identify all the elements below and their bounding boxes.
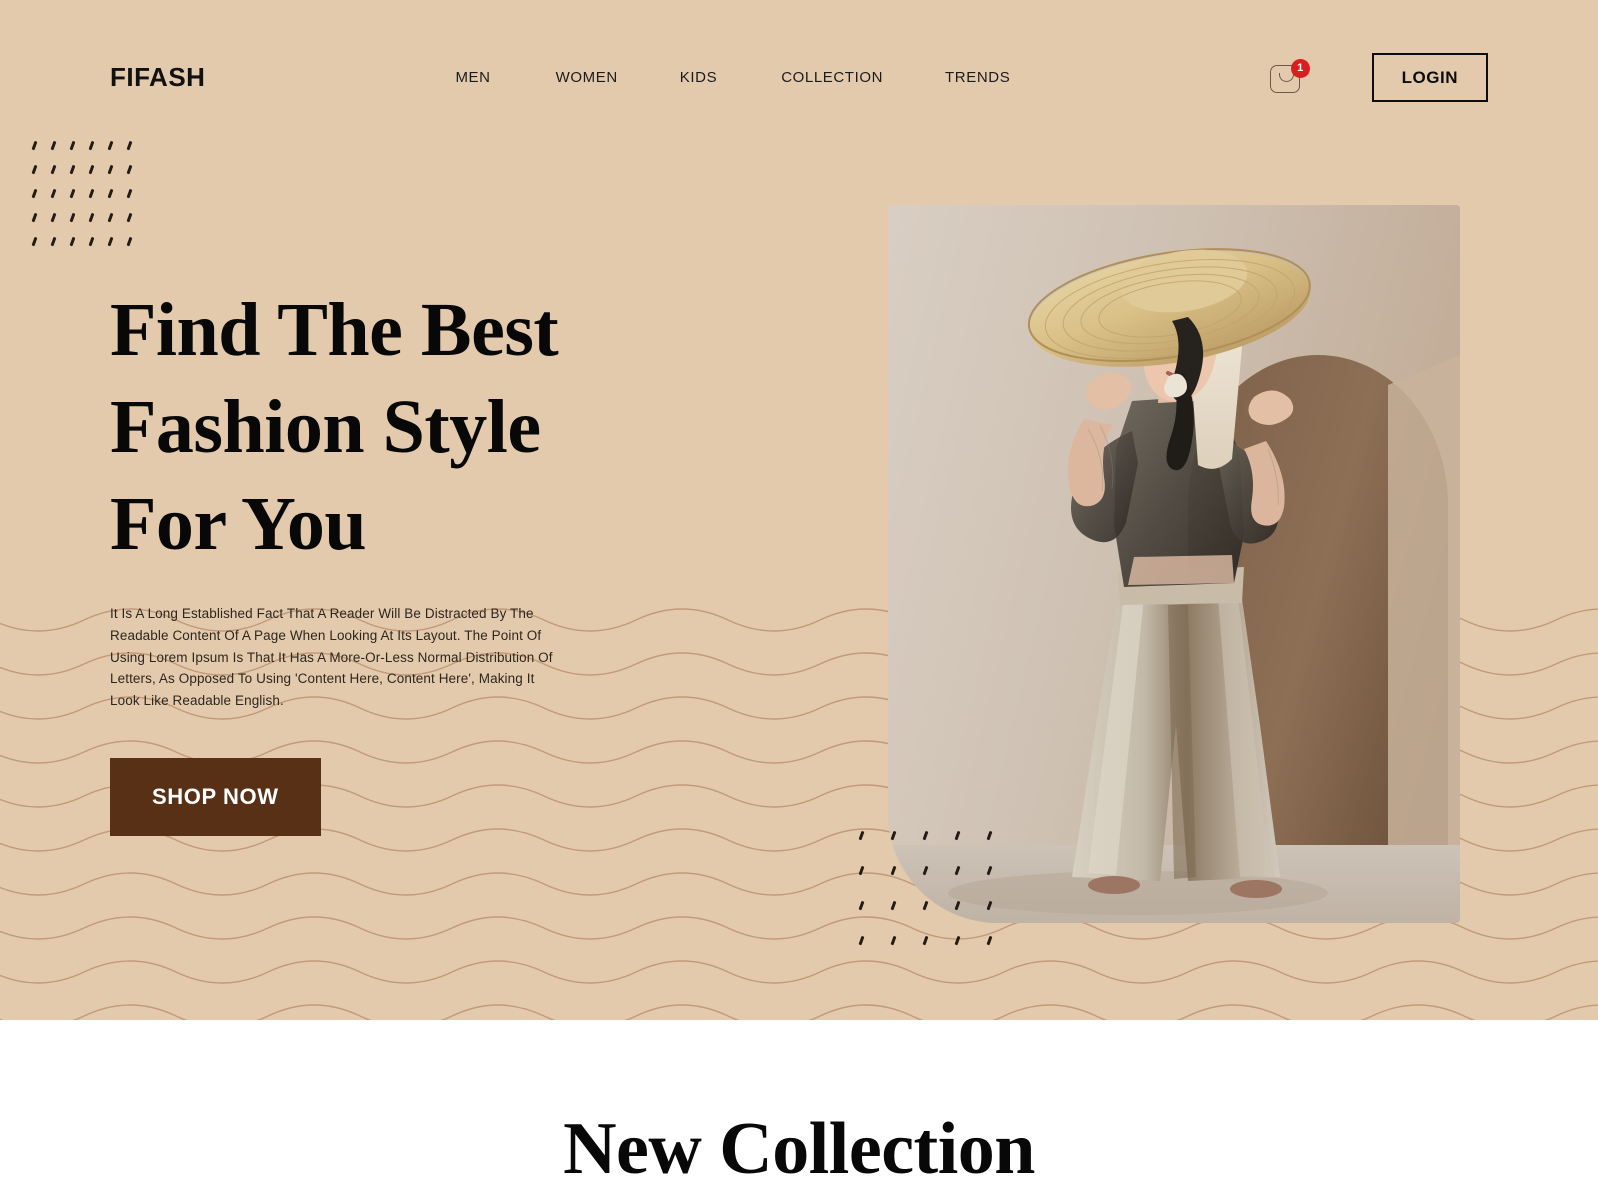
dot bbox=[88, 190, 95, 197]
dot bbox=[88, 238, 95, 245]
dot bbox=[69, 214, 76, 221]
dot bbox=[890, 867, 897, 874]
hero-image bbox=[888, 205, 1460, 923]
login-button[interactable]: LOGIN bbox=[1371, 53, 1488, 102]
dot bbox=[858, 867, 865, 874]
dot bbox=[50, 238, 57, 245]
dot bbox=[890, 902, 897, 909]
site-logo[interactable]: FIFASH bbox=[110, 62, 205, 93]
dot bbox=[890, 937, 897, 944]
dot bbox=[107, 238, 114, 245]
hero-title-line-3: For You bbox=[110, 482, 367, 566]
dot bbox=[858, 902, 865, 909]
shopping-bag-icon[interactable]: 1 bbox=[1269, 58, 1310, 95]
dot bbox=[986, 937, 993, 944]
nav-item-men[interactable]: MEN bbox=[455, 63, 490, 92]
dot bbox=[88, 166, 95, 173]
dot-grid-decoration-top-left bbox=[31, 142, 145, 262]
site-header: FIFASH MEN WOMEN KIDS COLLECTION TRENDS … bbox=[0, 0, 1598, 155]
dot bbox=[858, 937, 865, 944]
dot bbox=[50, 166, 57, 173]
new-collection-title: New Collection bbox=[563, 1108, 1035, 1190]
dot bbox=[126, 190, 133, 197]
landing-page: FIFASH MEN WOMEN KIDS COLLECTION TRENDS … bbox=[0, 0, 1598, 1200]
dot bbox=[126, 214, 133, 221]
main-navigation: MEN WOMEN KIDS COLLECTION TRENDS bbox=[455, 63, 1010, 92]
dot bbox=[954, 937, 961, 944]
dot bbox=[69, 190, 76, 197]
dot bbox=[126, 238, 133, 245]
dot bbox=[31, 190, 38, 197]
nav-item-collection[interactable]: COLLECTION bbox=[781, 63, 883, 92]
hero-title-line-2: Fashion Style bbox=[110, 385, 541, 469]
dot bbox=[50, 214, 57, 221]
dot bbox=[107, 166, 114, 173]
dot bbox=[922, 902, 929, 909]
nav-item-trends[interactable]: TRENDS bbox=[945, 63, 1010, 92]
dot bbox=[858, 832, 865, 839]
dot bbox=[922, 937, 929, 944]
dot bbox=[31, 166, 38, 173]
shop-now-button[interactable]: SHOP NOW bbox=[110, 757, 321, 836]
dot bbox=[69, 166, 76, 173]
dot bbox=[88, 214, 95, 221]
dot bbox=[107, 214, 114, 221]
dot bbox=[31, 214, 38, 221]
hero-copy: Find The Best Fashion Style For You It I… bbox=[110, 282, 750, 836]
dot bbox=[107, 190, 114, 197]
hero-section: FIFASH MEN WOMEN KIDS COLLECTION TRENDS … bbox=[0, 0, 1598, 1020]
nav-item-kids[interactable]: KIDS bbox=[680, 63, 717, 92]
dot bbox=[31, 238, 38, 245]
header-actions: 1 LOGIN bbox=[1269, 53, 1488, 102]
nav-item-women[interactable]: WOMEN bbox=[556, 63, 618, 92]
new-collection-section: New Collection bbox=[0, 1020, 1598, 1200]
dot bbox=[69, 238, 76, 245]
hero-description: It Is A Long Established Fact That A Rea… bbox=[110, 606, 553, 709]
dot bbox=[126, 166, 133, 173]
dot bbox=[50, 190, 57, 197]
hero-title: Find The Best Fashion Style For You bbox=[110, 282, 750, 573]
hero-title-line-1: Find The Best bbox=[110, 288, 559, 372]
cart-count-badge: 1 bbox=[1290, 58, 1310, 78]
